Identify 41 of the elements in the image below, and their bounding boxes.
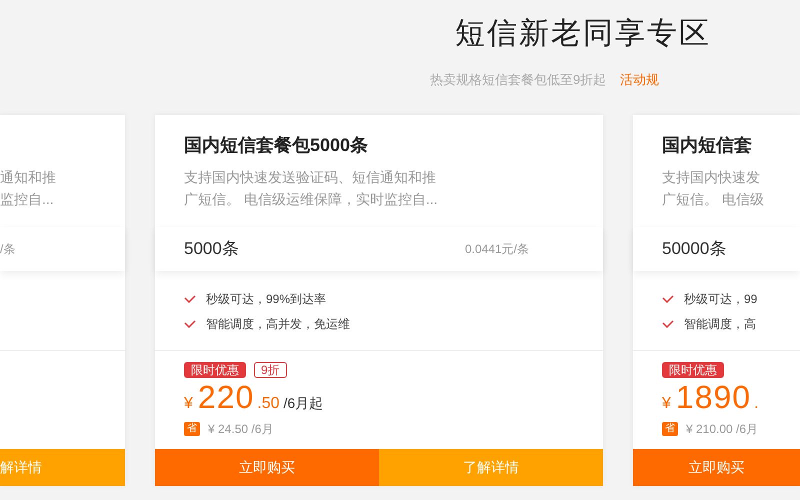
card-title: 国内短信套餐包5000条	[184, 134, 370, 157]
rules-link[interactable]: 活动规	[620, 72, 660, 88]
currency-sign: ¥	[662, 394, 671, 414]
unit-price: /条	[0, 241, 16, 258]
description-line: 广短信。 电信级	[662, 190, 765, 209]
tag: 9折	[254, 362, 287, 378]
currency-sign: ¥	[184, 394, 193, 414]
saving-badge: 省	[662, 422, 678, 436]
description-line: 监控自...	[0, 190, 55, 209]
price-integer: 220	[198, 380, 254, 414]
unit-price: 0.0441元/条	[464, 241, 529, 258]
description-line: 广短信。 电信级运维保障，实时监控自...	[184, 190, 439, 209]
tag: 限时优惠	[662, 362, 724, 378]
buy-button[interactable]: 立即购买	[633, 449, 800, 486]
saving-badge: 省	[184, 422, 200, 436]
description-line: 通知和推	[0, 168, 57, 187]
saving-amount: ¥ 210.00 /6月	[686, 421, 758, 438]
check-icon	[662, 294, 674, 302]
description-line: 支持国内快速发送验证码、短信通知和推	[184, 168, 437, 187]
buy-button[interactable]: 立即购买	[155, 449, 379, 486]
price-decimal: .50	[257, 394, 280, 414]
card-title: 国内短信套	[662, 134, 753, 157]
price-unit: /6月起	[284, 394, 324, 413]
feature-text: 秒级可达，99	[684, 290, 758, 308]
feature-text: 秒级可达，99%到达率	[206, 290, 326, 308]
check-icon	[662, 320, 674, 328]
price-integer: 1890	[676, 380, 752, 414]
price-decimal: .	[754, 394, 759, 414]
description-line: 支持国内快速发	[662, 168, 761, 187]
subtitle: 热卖规格短信套餐包低至9折起	[430, 72, 606, 88]
details-button[interactable]: 解详情	[0, 449, 125, 486]
feature-text: 智能调度，高	[684, 316, 756, 332]
saving-amount: ¥ 24.50 /6月	[208, 421, 274, 438]
check-icon	[184, 294, 196, 302]
feature-text: 智能调度，高并发，免运维	[206, 316, 350, 332]
spec-amount: 5000条	[184, 238, 239, 260]
section-title: 短信新老同享专区	[455, 16, 712, 52]
spec-amount: 50000条	[662, 238, 726, 260]
check-icon	[184, 320, 196, 328]
tag: 限时优惠	[184, 362, 246, 378]
details-button[interactable]: 了解详情	[379, 449, 603, 486]
